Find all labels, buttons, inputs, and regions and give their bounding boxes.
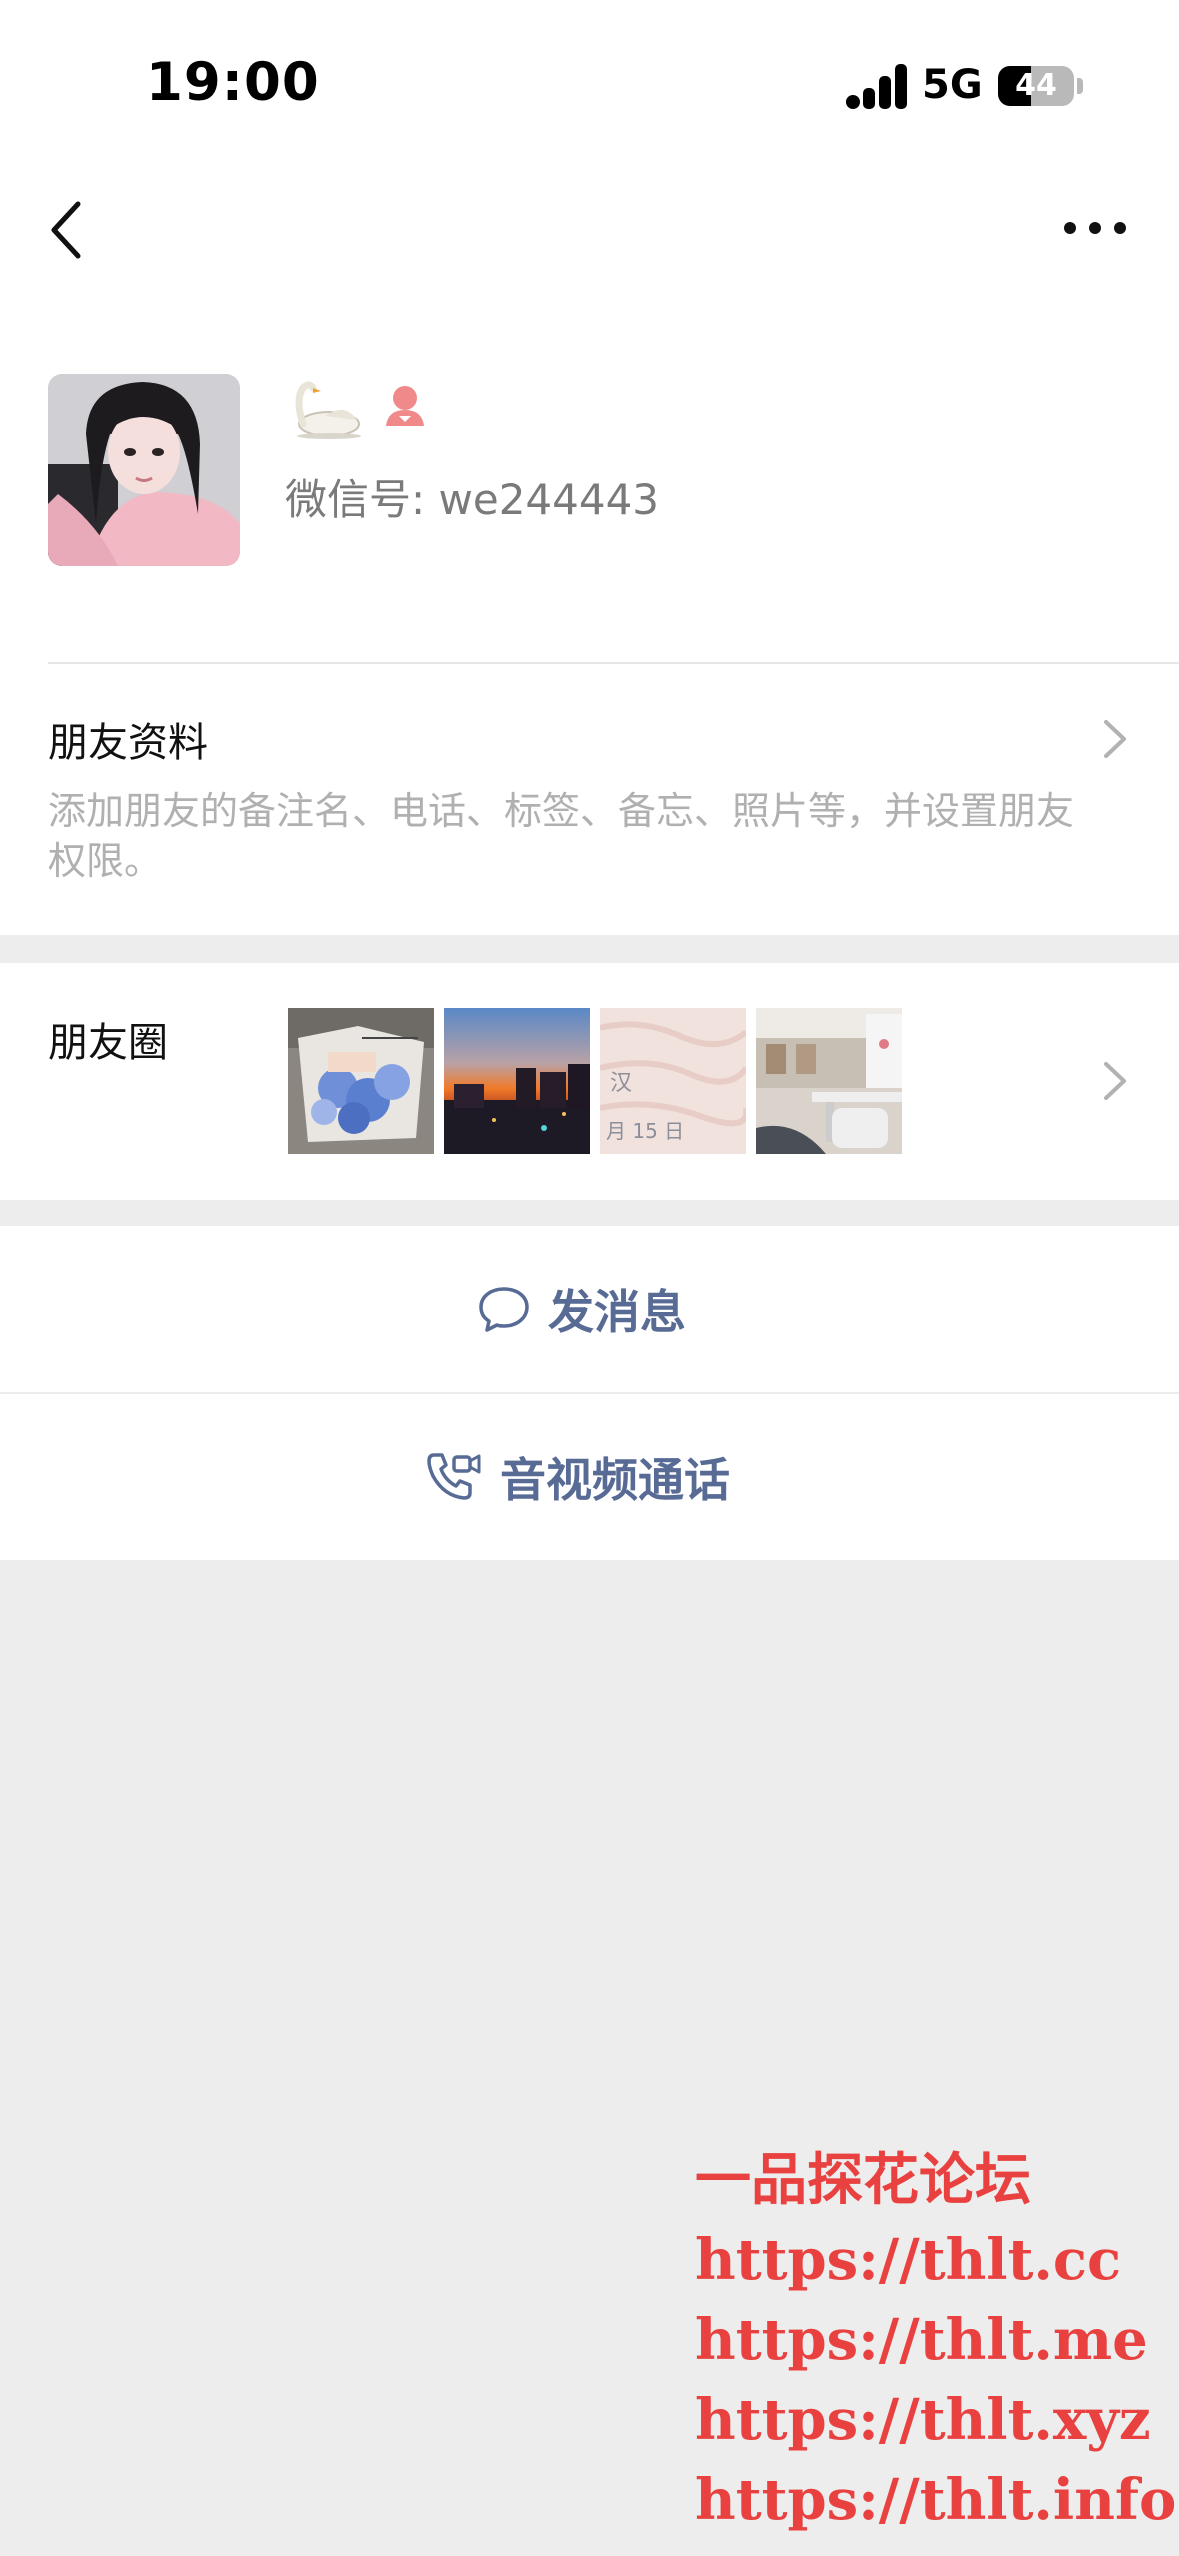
network-type: 5G	[922, 62, 983, 108]
send-message-button[interactable]: 发消息	[0, 1226, 1179, 1392]
avatar[interactable]	[48, 374, 240, 566]
wechat-id: 微信号: we244443	[285, 475, 660, 524]
watermark-line: https://thlt.info	[695, 2467, 1177, 2533]
moments-thumbnail-flowers[interactable]	[288, 1008, 434, 1154]
section-gap	[0, 1200, 1179, 1228]
moments-label: 朋友圈	[48, 1020, 168, 1066]
swan-emoji-icon	[295, 381, 361, 439]
female-gender-icon	[386, 386, 424, 426]
video-call-label: 音视频通话	[500, 1453, 730, 1507]
watermark: 一品探花论坛 https://thlt.cc https://thlt.me h…	[695, 2140, 1176, 2540]
chat-bubble-icon	[479, 1287, 529, 1332]
moments-thumbnail-ticket[interactable]: 汉 月 15 日	[600, 1008, 746, 1154]
cellular-signal-icon	[846, 64, 907, 109]
phone-video-icon	[427, 1453, 481, 1500]
battery-tip	[1077, 78, 1083, 94]
moments-thumbnail-restaurant[interactable]	[756, 1008, 902, 1154]
more-options-icon[interactable]	[1050, 200, 1140, 260]
ticket-text-2: 月 15 日	[606, 1119, 684, 1143]
section-gap	[0, 935, 1179, 963]
friend-info-title: 朋友资料	[48, 720, 208, 766]
profile-page: 19:00 5G 44 微信号: we244443 朋友资料 添加朋友的备注名、…	[0, 0, 1179, 1560]
chevron-right-icon	[1104, 1062, 1126, 1100]
moments-thumbnail-sunset[interactable]	[444, 1008, 590, 1154]
video-call-button[interactable]: 音视频通话	[0, 1394, 1179, 1560]
watermark-line: 一品探花论坛	[695, 2147, 1031, 2213]
status-bar: 19:00 5G 44	[0, 0, 1179, 170]
watermark-line: https://thlt.me	[695, 2307, 1148, 2373]
divider	[48, 662, 1179, 664]
watermark-line: https://thlt.xyz	[695, 2387, 1151, 2453]
ticket-text-1: 汉	[610, 1071, 632, 1096]
back-arrow-icon[interactable]	[40, 190, 100, 270]
chevron-right-icon	[1104, 720, 1126, 758]
watermark-line: https://thlt.cc	[695, 2227, 1122, 2293]
status-time: 19:00	[146, 52, 320, 113]
battery-icon: 44	[998, 66, 1074, 106]
friend-info-description: 添加朋友的备注名、电话、标签、备忘、照片等，并设置朋友权限。	[48, 789, 1075, 883]
send-message-label: 发消息	[548, 1285, 686, 1339]
battery-percentage: 44	[1015, 68, 1057, 103]
